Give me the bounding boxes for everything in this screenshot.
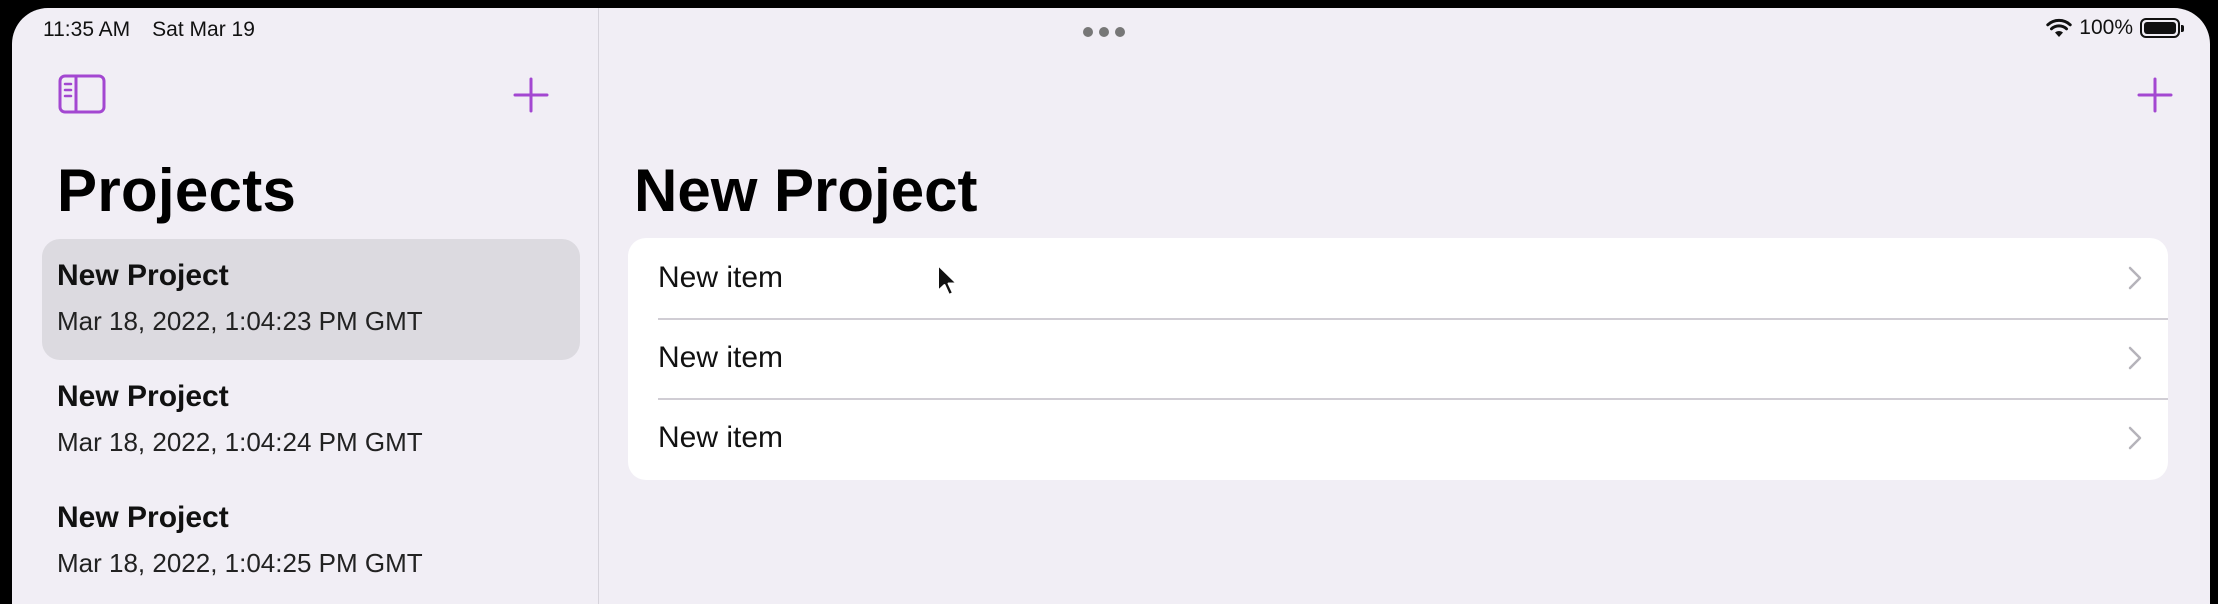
dot-icon — [1099, 27, 1109, 37]
app-window: 11:35 AM Sat Mar 19 100% Projects New Pr… — [12, 8, 2210, 604]
multitasking-menu[interactable] — [1083, 27, 1125, 37]
project-list-item[interactable]: New Project Mar 18, 2022, 1:04:24 PM GMT — [42, 360, 580, 481]
pointer-cursor-icon — [935, 263, 961, 299]
project-date: Mar 18, 2022, 1:04:23 PM GMT — [57, 306, 423, 336]
item-label: New item — [658, 261, 784, 294]
item-label: New item — [658, 341, 784, 374]
dot-icon — [1115, 27, 1125, 37]
add-project-button[interactable] — [512, 76, 550, 114]
dot-icon — [1083, 27, 1093, 37]
chevron-right-icon — [2128, 346, 2142, 370]
plus-icon — [2136, 76, 2174, 114]
project-name: New Project — [57, 501, 229, 534]
add-item-button[interactable] — [2136, 76, 2174, 114]
chevron-right-icon — [2128, 426, 2142, 450]
project-date: Mar 18, 2022, 1:04:24 PM GMT — [57, 427, 423, 457]
status-indicators: 100% — [2046, 16, 2184, 40]
project-list: New Project Mar 18, 2022, 1:04:23 PM GMT… — [42, 239, 580, 602]
list-item[interactable]: New item — [628, 398, 2168, 478]
sidebar-title: Projects — [57, 157, 297, 224]
project-list-item[interactable]: New Project Mar 18, 2022, 1:04:25 PM GMT — [42, 481, 580, 602]
project-date: Mar 18, 2022, 1:04:25 PM GMT — [57, 548, 423, 578]
plus-icon — [512, 76, 550, 114]
list-item[interactable]: New item — [628, 318, 2168, 398]
list-item[interactable]: New item — [628, 238, 2168, 318]
wifi-icon — [2046, 18, 2072, 38]
battery-percentage: 100% — [2079, 16, 2133, 39]
sidebar-toggle-button[interactable] — [58, 74, 106, 114]
items-list: New item New item New item — [628, 238, 2168, 480]
chevron-right-icon — [2128, 266, 2142, 290]
sidebar-icon — [58, 74, 106, 114]
project-list-item[interactable]: New Project Mar 18, 2022, 1:04:23 PM GMT — [42, 239, 580, 360]
item-label: New item — [658, 421, 784, 454]
battery-icon — [2140, 18, 2184, 38]
sidebar: Projects New Project Mar 18, 2022, 1:04:… — [12, 8, 599, 604]
project-name: New Project — [57, 259, 229, 292]
detail-title: New Project — [634, 157, 978, 224]
project-name: New Project — [57, 380, 229, 413]
